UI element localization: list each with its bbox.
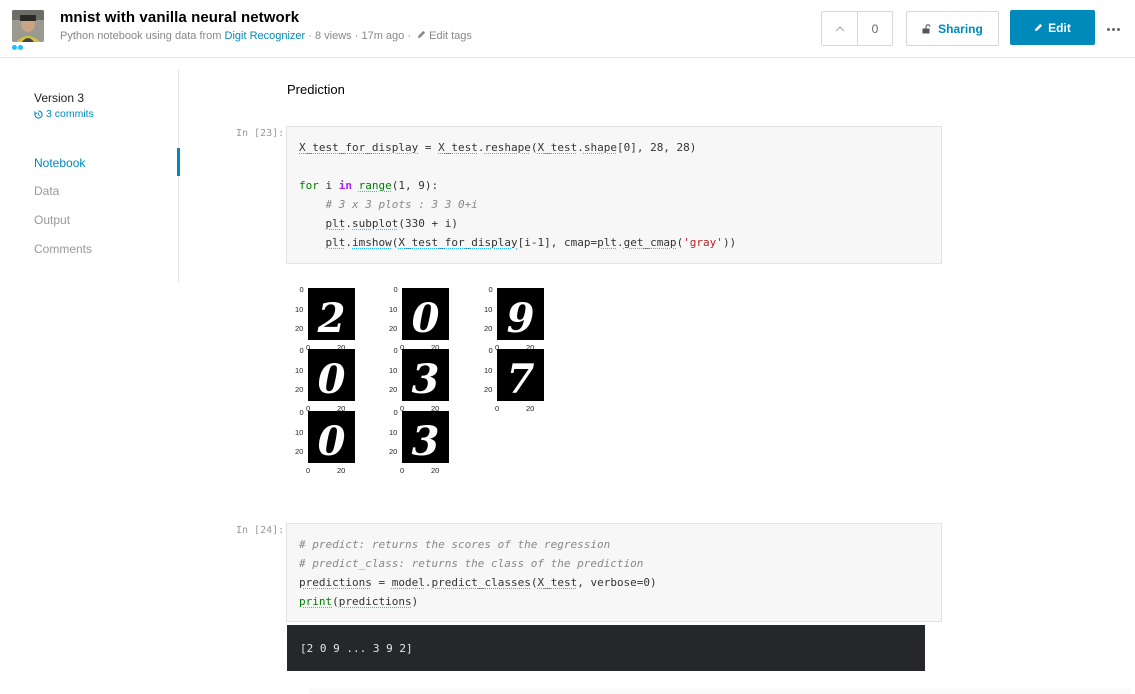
commits-label: 3 commits xyxy=(46,108,94,120)
svg-text:0: 0 xyxy=(318,418,346,463)
y-tick-label: 0 xyxy=(299,408,304,417)
y-tick-label: 10 xyxy=(295,365,304,375)
y-tick-label: 0 xyxy=(488,346,493,355)
sidebar-item-comments[interactable]: Comments xyxy=(34,242,92,256)
chevron-up-icon xyxy=(835,25,844,31)
y-tick-label: 0 xyxy=(299,285,304,294)
y-tick-label: 20 xyxy=(295,447,304,456)
cell-output: [2 0 9 ... 3 9 2] xyxy=(287,625,925,671)
notebook-subtitle: Python notebook using data from Digit Re… xyxy=(60,30,472,42)
code-cell[interactable]: X_test_for_display = X_test.reshape(X_te… xyxy=(286,126,942,264)
sidebar-item-data[interactable]: Data xyxy=(34,184,59,198)
code-line: print(predictions) xyxy=(299,595,419,608)
y-tick-label: 10 xyxy=(484,365,493,375)
pencil-icon[interactable] xyxy=(417,30,426,42)
y-tick-label: 0 xyxy=(299,346,304,355)
edit-tags-link[interactable]: Edit tags xyxy=(429,30,472,42)
y-tick-label: 10 xyxy=(389,304,398,314)
y-tick-label: 0 xyxy=(393,285,398,294)
section-heading: Prediction xyxy=(287,82,345,97)
active-nav-indicator xyxy=(177,148,180,176)
y-tick-label: 0 xyxy=(393,346,398,355)
cell-prompt: In [23]: xyxy=(236,128,285,139)
digit-image: 7 xyxy=(497,349,544,403)
code-line: for i in range(1, 9): xyxy=(299,179,439,192)
y-tick-label: 10 xyxy=(484,304,493,314)
edit-button[interactable]: Edit xyxy=(1010,10,1095,45)
vote-count: 0 xyxy=(871,21,879,36)
y-tick-label: 0 xyxy=(393,408,398,417)
svg-text:2: 2 xyxy=(317,295,346,340)
code-line: # predict: returns the scores of the reg… xyxy=(299,538,611,551)
subtitle-meta: · 8 views · 17m ago · xyxy=(308,30,411,42)
digit-image: 0 xyxy=(308,411,355,465)
cell-prompt: In [24]: xyxy=(236,525,285,536)
subtitle-prefix: Python notebook using data from xyxy=(60,30,222,42)
pencil-icon xyxy=(1035,23,1043,32)
svg-text:0: 0 xyxy=(412,295,440,340)
digit-image: 0 xyxy=(402,288,449,342)
code-line: plt.imshow(X_test_for_display[i-1], cmap… xyxy=(325,236,737,249)
code-line: # 3 x 3 plots : 3 3 0+i xyxy=(299,198,478,211)
y-tick-label: 10 xyxy=(389,365,398,375)
commits-link[interactable]: 3 commits xyxy=(34,108,94,120)
sidebar-item-notebook[interactable]: Notebook xyxy=(34,156,85,170)
digit-image: 0 xyxy=(308,349,355,403)
author-avatar[interactable] xyxy=(12,10,44,42)
sidebar-item-output[interactable]: Output xyxy=(34,213,70,227)
more-options-icon[interactable] xyxy=(1107,22,1121,36)
sharing-label: Sharing xyxy=(938,21,983,36)
page-shadow xyxy=(310,686,1130,694)
svg-text:3: 3 xyxy=(412,418,440,463)
x-tick-label: 20 xyxy=(337,466,346,475)
digit-image: 9 xyxy=(497,288,544,342)
svg-text:9: 9 xyxy=(507,295,535,340)
y-tick-label: 20 xyxy=(389,324,398,333)
svg-text:0: 0 xyxy=(318,356,346,401)
code-line: predictions = model.predict_classes(X_te… xyxy=(299,576,657,589)
version-label: Version 3 xyxy=(34,91,85,105)
code-line: X_test_for_display = X_test.reshape(X_te… xyxy=(299,141,697,154)
unlock-icon xyxy=(922,23,931,33)
x-tick-label: 20 xyxy=(526,404,535,413)
svg-text:7: 7 xyxy=(507,356,535,401)
digit-image: 3 xyxy=(402,349,449,403)
y-tick-label: 20 xyxy=(389,385,398,394)
x-tick-label: 0 xyxy=(306,466,311,475)
x-tick-label: 0 xyxy=(495,404,500,413)
history-icon xyxy=(34,109,43,119)
notebook-header: mnist with vanilla neural network Python… xyxy=(0,0,1135,58)
y-tick-label: 20 xyxy=(295,324,304,333)
code-cell[interactable]: # predict: returns the scores of the reg… xyxy=(286,523,942,622)
notebook-sidebar: Version 3 3 commits Notebook Data Output… xyxy=(0,70,180,282)
y-tick-label: 10 xyxy=(295,304,304,314)
upvote-button[interactable] xyxy=(822,12,858,45)
sharing-button[interactable]: Sharing xyxy=(906,11,999,46)
y-tick-label: 20 xyxy=(484,385,493,394)
y-tick-label: 20 xyxy=(484,324,493,333)
y-tick-label: 10 xyxy=(389,427,398,437)
y-tick-label: 10 xyxy=(295,427,304,437)
notebook-title: mnist with vanilla neural network xyxy=(60,9,300,26)
kaggle-dots-icon xyxy=(12,45,24,50)
digit-image: 3 xyxy=(402,411,449,465)
vote-widget: 0 xyxy=(821,11,893,46)
digit-image: 2 xyxy=(308,288,355,342)
x-tick-label: 20 xyxy=(431,466,440,475)
svg-text:3: 3 xyxy=(412,356,440,401)
y-tick-label: 0 xyxy=(488,285,493,294)
dataset-link[interactable]: Digit Recognizer xyxy=(225,30,306,42)
x-tick-label: 0 xyxy=(400,466,405,475)
edit-label: Edit xyxy=(1048,20,1071,35)
code-line: plt.subplot(330 + i) xyxy=(325,217,458,230)
code-line: # predict_class: returns the class of th… xyxy=(299,557,644,570)
y-tick-label: 20 xyxy=(389,447,398,456)
y-tick-label: 20 xyxy=(295,385,304,394)
subplot-grid: 2 0 10 20 0 20 0 0 10 20 0 20 9 0 10 20 0 20 0 0 10 20 0 20 3 0 10… xyxy=(286,282,566,478)
